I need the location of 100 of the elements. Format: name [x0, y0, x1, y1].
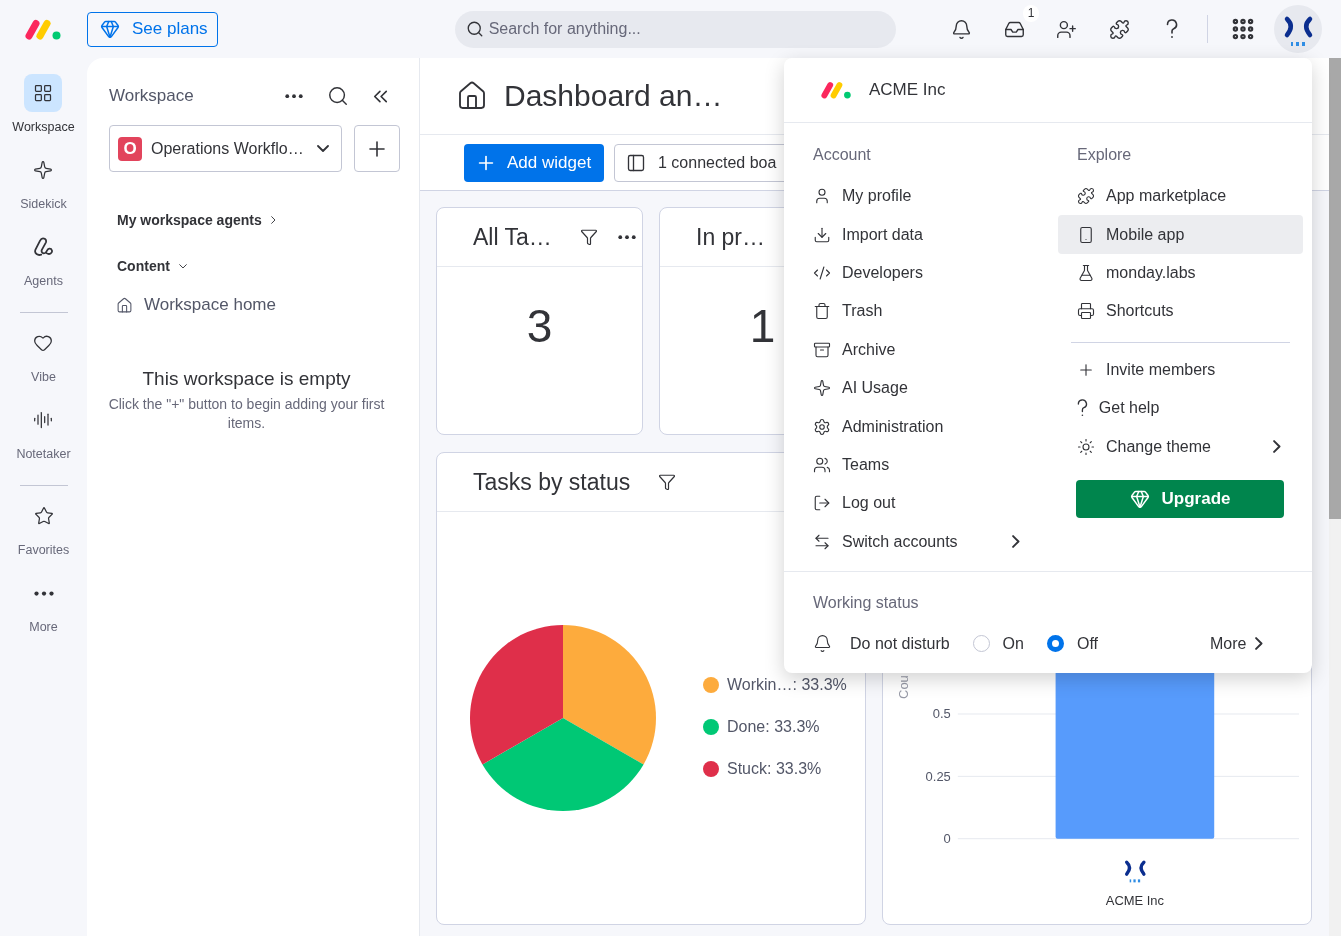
widget-title: All Ta…: [473, 223, 552, 251]
phone-icon: [1077, 225, 1095, 244]
section-header[interactable]: Content: [109, 248, 187, 284]
menu-item[interactable]: Log out: [800, 484, 1042, 523]
menu-item[interactable]: App marketplace: [1058, 177, 1303, 216]
menu-item[interactable]: Get help: [1058, 388, 1303, 428]
avatar-icon[interactable]: [1273, 5, 1322, 53]
log-out-icon: [813, 494, 831, 513]
loop-icon: [33, 237, 54, 257]
home-icon: [456, 80, 488, 112]
sun-icon: [1077, 437, 1095, 456]
axis-label: Cou: [895, 675, 911, 699]
menu-item[interactable]: Trash: [800, 292, 1042, 331]
more-icon[interactable]: [617, 234, 636, 240]
chevron-down-icon: [317, 145, 329, 152]
search-field[interactable]: Search for anything...: [454, 10, 896, 48]
notification-badge: 1: [1023, 5, 1040, 22]
puzzle-icon: [1077, 187, 1095, 206]
menu-item[interactable]: Shortcuts: [1058, 292, 1303, 331]
widget-value: 1: [749, 299, 776, 353]
company-logo-icon: [1126, 862, 1144, 883]
person-plus-icon: [1056, 18, 1078, 40]
menu-item[interactable]: monday.labs: [1058, 253, 1303, 293]
axis-tick-label: 0.5: [932, 706, 951, 722]
menu-item[interactable]: Developers: [800, 253, 1042, 293]
bell-icon: [951, 18, 973, 40]
menu-item[interactable]: My profile: [800, 177, 1042, 216]
menu-item[interactable]: Switch accounts: [800, 522, 1042, 561]
legend-label: Stuck: 33.3%: [727, 760, 822, 778]
add-widget-button[interactable]: Add widget: [464, 143, 604, 182]
diamond-icon: [1129, 488, 1150, 509]
logo-icon[interactable]: [25, 18, 62, 40]
code-icon: [813, 263, 831, 282]
empty-state-text: Click the "+" button to begin adding your first items.: [107, 395, 386, 433]
nav-item[interactable]: Notetaker: [16, 401, 71, 461]
people-icon: [813, 455, 831, 474]
more-link[interactable]: More: [1209, 634, 1263, 653]
radio-option[interactable]: On: [972, 634, 1024, 653]
filter-icon[interactable]: [658, 473, 677, 491]
download-icon: [813, 225, 831, 244]
add-button[interactable]: [354, 125, 400, 172]
trash-icon: [813, 302, 831, 321]
menu-item[interactable]: Change theme: [1058, 427, 1303, 466]
widget-value: 3: [526, 299, 553, 353]
sparkle-icon: [33, 160, 54, 180]
dashboard-title: Dashboard an…: [504, 79, 723, 113]
menu-heading: Explore: [1076, 145, 1133, 165]
menu-item[interactable]: Mobile app: [1058, 215, 1303, 254]
collapse-icon[interactable]: [373, 89, 388, 103]
org-name: ACME Inc: [869, 80, 946, 100]
diamond-icon: [100, 19, 120, 39]
panel-icon: [626, 152, 646, 173]
panel-title: Workspace: [109, 86, 195, 106]
person-icon: [813, 187, 831, 206]
radio-option[interactable]: Off: [1046, 634, 1098, 653]
menu-item[interactable]: Archive: [800, 330, 1042, 369]
section-header[interactable]: My workspace agents: [109, 202, 276, 238]
menu-item[interactable]: AI Usage: [800, 368, 1042, 408]
printer-icon: [1077, 302, 1095, 321]
axis-tick-label: 0: [943, 831, 951, 847]
legend-label: Done: 33.3%: [727, 718, 820, 736]
workspace-avatar: O: [118, 136, 142, 161]
settings-icon: [813, 417, 831, 436]
heart-icon: [33, 333, 54, 353]
arrows-icon: [813, 532, 831, 551]
bell-icon: [813, 634, 832, 654]
chevron-right-icon: [1255, 637, 1263, 651]
nav-item[interactable]: Favorites: [17, 497, 70, 557]
filter-icon[interactable]: [579, 228, 598, 246]
menu-item[interactable]: Import data: [800, 215, 1042, 254]
status-label: Do not disturb: [850, 634, 950, 653]
upgrade-button[interactable]: Upgrade: [1076, 479, 1284, 518]
nav-item[interactable]: Vibe: [24, 324, 63, 384]
more-icon[interactable]: [285, 93, 303, 99]
legend-label: Workin…: 33.3%: [727, 676, 847, 694]
more-icon: [33, 590, 54, 596]
workspace-item[interactable]: Workspace home: [109, 287, 276, 323]
axis-category-label: ACME Inc: [1105, 892, 1165, 908]
nav-item[interactable]: Agents: [24, 228, 63, 288]
grid-icon: [24, 74, 63, 112]
menu-item[interactable]: Invite members: [1058, 350, 1303, 389]
logo-icon: [821, 81, 852, 99]
puzzle-icon: [1108, 18, 1130, 40]
nav-item[interactable]: Sidekick: [20, 151, 67, 211]
menu-heading: Account: [812, 145, 872, 165]
star-icon: [33, 506, 54, 526]
menu-item[interactable]: Teams: [800, 445, 1042, 485]
nav-item[interactable]: More: [24, 574, 63, 634]
nav-item[interactable]: Workspace: [12, 74, 75, 134]
workspace-selector[interactable]: O Operations Workflo…: [109, 125, 342, 172]
menu-heading: Working status: [813, 592, 920, 613]
search-icon[interactable]: [327, 85, 349, 107]
axis-tick-label: 0.25: [925, 768, 951, 784]
see-plans-button[interactable]: See plans: [87, 11, 218, 47]
menu-item[interactable]: Administration: [800, 407, 1042, 446]
flask-icon: [1077, 263, 1095, 282]
sparkle-icon: [813, 379, 831, 398]
scrollbar-thumb[interactable]: [1329, 58, 1341, 519]
archive-icon: [813, 340, 831, 359]
audio-lines-icon: [33, 410, 54, 430]
